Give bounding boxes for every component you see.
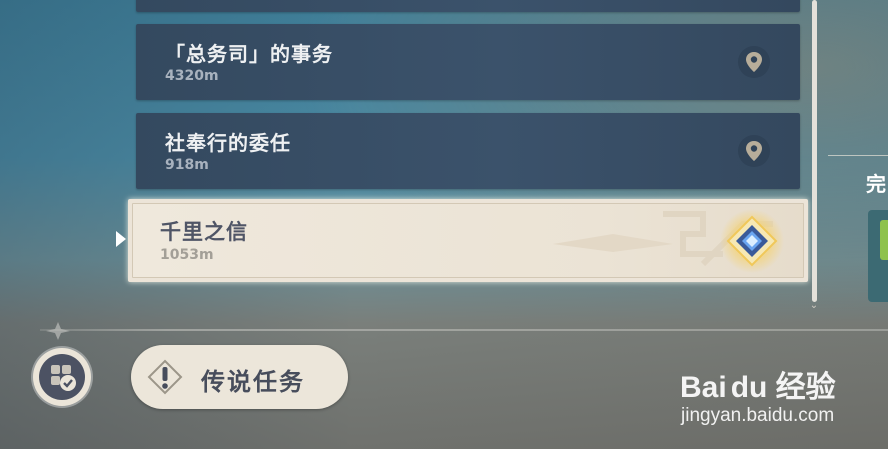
side-panel-title: 完 [866, 172, 886, 196]
map-pin-icon[interactable] [738, 135, 770, 167]
map-pin-icon[interactable] [738, 46, 770, 78]
quest-distance: 918m [165, 157, 209, 173]
quest-row[interactable]: 社奉行的委任 918m [136, 113, 800, 189]
legend-quest-label: 传说任务 [201, 368, 305, 396]
quest-checklist-button[interactable] [33, 348, 91, 406]
selection-arrow-icon [116, 231, 126, 247]
side-card-image [880, 220, 888, 260]
quest-checklist-icon [39, 354, 85, 400]
baidu-watermark-logo: Bai du 经验 [680, 371, 836, 404]
quest-distance: 4320m [165, 68, 219, 84]
diamond-quest-icon[interactable] [720, 209, 784, 273]
side-divider [828, 155, 888, 156]
quest-row-partial[interactable] [136, 0, 800, 12]
side-panel-card[interactable] [868, 210, 888, 302]
quest-title: 「总务司」的事务 [165, 42, 333, 66]
footer-divider [40, 329, 888, 331]
scrollbar[interactable] [812, 0, 817, 302]
watermark-url: jingyan.baidu.com [681, 405, 835, 426]
exclamation-diamond-icon [147, 359, 183, 395]
legend-quest-button[interactable]: 传说任务 [131, 345, 348, 409]
quest-title: 千里之信 [160, 220, 248, 244]
quest-row-selected[interactable]: 千里之信 1053m [128, 199, 808, 282]
divider-star-icon [46, 322, 70, 340]
quest-row[interactable]: 「总务司」的事务 4320m [136, 24, 800, 100]
scroll-down-icon[interactable]: ⌄ [808, 300, 820, 311]
quest-title: 社奉行的委任 [165, 131, 291, 155]
quest-distance: 1053m [160, 247, 214, 263]
